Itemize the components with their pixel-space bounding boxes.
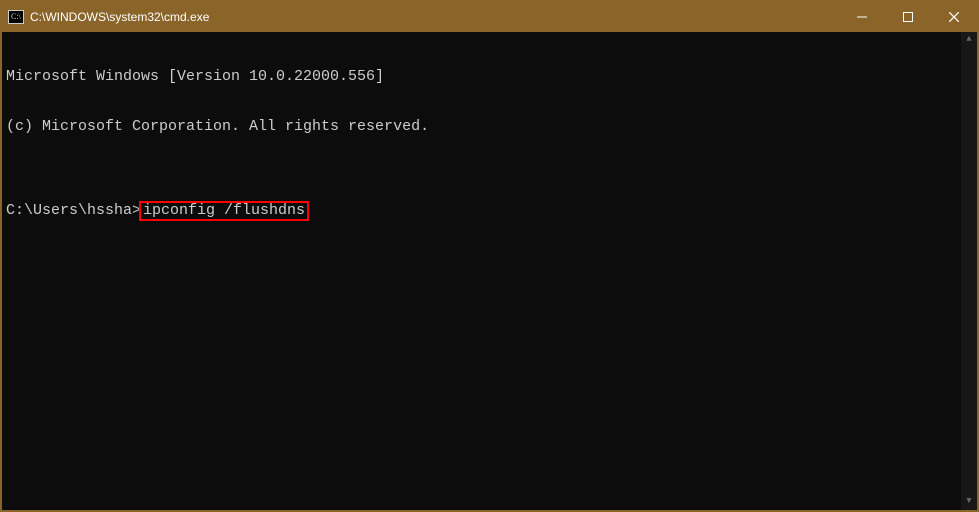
titlebar[interactable]: C:\ C:\WINDOWS\system32\cmd.exe — [2, 2, 977, 32]
version-line: Microsoft Windows [Version 10.0.22000.55… — [6, 69, 973, 86]
copyright-line: (c) Microsoft Corporation. All rights re… — [6, 119, 973, 136]
prompt-text: C:\Users\hssha> — [6, 202, 141, 219]
scroll-down-arrow[interactable]: ▼ — [961, 494, 977, 510]
cmd-window: C:\ C:\WINDOWS\system32\cmd.exe Microsof… — [2, 2, 977, 510]
cmd-icon: C:\ — [8, 9, 24, 25]
minimize-button[interactable] — [839, 2, 885, 32]
window-controls — [839, 2, 977, 32]
prompt-line: C:\Users\hssha>ipconfig /flushdns — [6, 201, 973, 221]
command-text: ipconfig /flushdns — [143, 202, 305, 219]
vertical-scrollbar[interactable]: ▲ ▼ — [961, 32, 977, 510]
scroll-up-arrow[interactable]: ▲ — [961, 32, 977, 48]
terminal-area[interactable]: Microsoft Windows [Version 10.0.22000.55… — [2, 32, 977, 510]
close-button[interactable] — [931, 2, 977, 32]
svg-text:C:\: C:\ — [11, 12, 22, 21]
maximize-button[interactable] — [885, 2, 931, 32]
window-title: C:\WINDOWS\system32\cmd.exe — [30, 10, 209, 24]
command-highlight: ipconfig /flushdns — [139, 201, 309, 221]
